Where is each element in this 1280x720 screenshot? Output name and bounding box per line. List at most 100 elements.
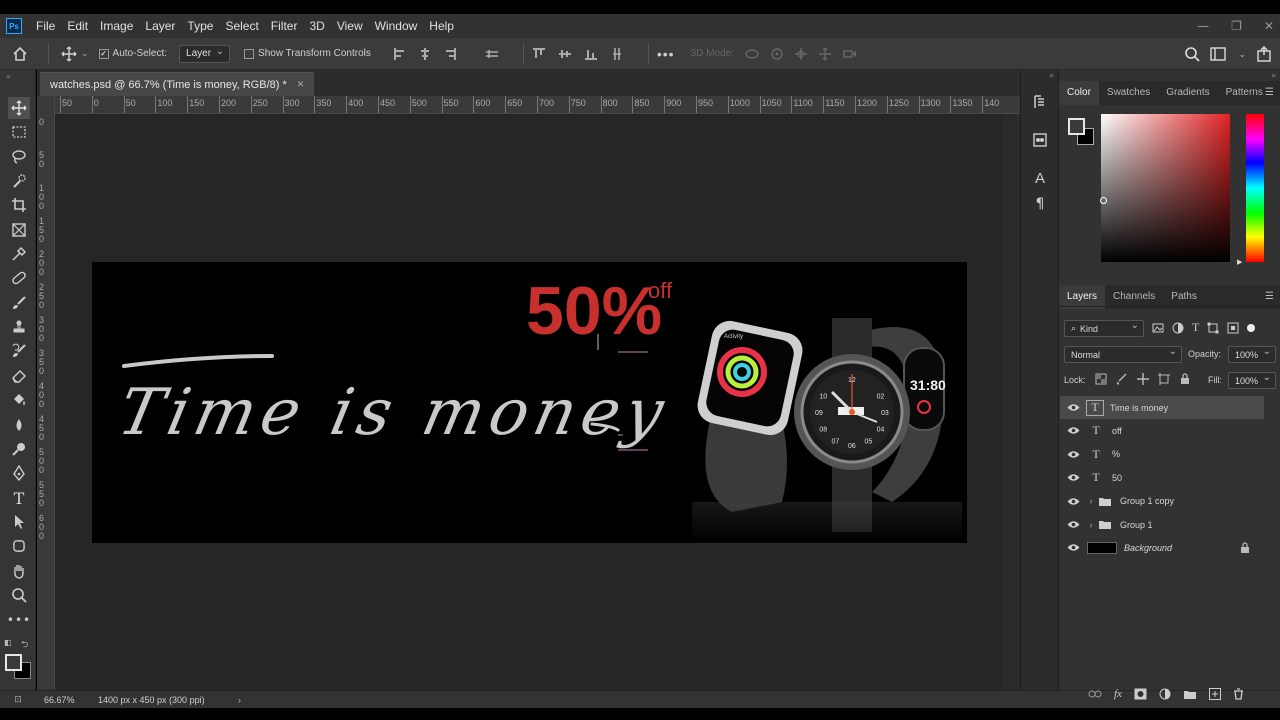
menu-help[interactable]: Help: [423, 14, 460, 38]
blur-tool-icon[interactable]: [8, 414, 30, 436]
lock-position-icon[interactable]: [1137, 373, 1149, 385]
menu-layer[interactable]: Layer: [139, 14, 181, 38]
status-frame-icon[interactable]: ⊡: [0, 694, 36, 705]
color-picker-cursor[interactable]: [1100, 197, 1107, 204]
close-window-icon[interactable]: ✕: [1264, 19, 1274, 33]
color-panel-tab-patterns[interactable]: Patterns: [1218, 81, 1271, 105]
3d-roll-icon[interactable]: [770, 47, 784, 61]
color-panel-foreground-swatch[interactable]: [1068, 118, 1085, 135]
show-transform-checkbox[interactable]: [244, 48, 255, 59]
3d-pan-icon[interactable]: [794, 47, 808, 61]
type-tool-icon[interactable]: T: [8, 487, 30, 509]
collapse-panels-icon[interactable]: »: [1271, 71, 1276, 80]
chevron-down-icon[interactable]: ⌄: [1238, 49, 1246, 60]
filter-type-icon[interactable]: T: [1192, 320, 1199, 335]
group-expand-icon[interactable]: ›: [1086, 520, 1096, 530]
menu-filter[interactable]: Filter: [265, 14, 304, 38]
collapse-dock-icon[interactable]: «: [1049, 71, 1054, 80]
swap-colors-icon[interactable]: ⮌: [21, 637, 28, 653]
visibility-eye-icon[interactable]: [1060, 497, 1086, 506]
close-tab-icon[interactable]: ✕: [297, 79, 305, 90]
clone-stamp-tool-icon[interactable]: [8, 316, 30, 338]
align-right-icon[interactable]: [443, 47, 457, 61]
menu-view[interactable]: View: [331, 14, 369, 38]
lasso-tool-icon[interactable]: [8, 146, 30, 168]
layer-row[interactable]: Background: [1060, 536, 1264, 559]
move-tool-icon[interactable]: [8, 97, 30, 119]
add-mask-icon[interactable]: [1134, 688, 1147, 700]
hue-slider-marker-icon[interactable]: ▶: [1237, 258, 1242, 266]
menu-image[interactable]: Image: [94, 14, 139, 38]
layer-filter-dropdown[interactable]: ⌕ Kind: [1064, 320, 1144, 337]
search-icon[interactable]: [1184, 46, 1201, 62]
adjustments-panel-icon[interactable]: [1030, 130, 1050, 150]
align-left-icon[interactable]: [393, 47, 407, 61]
distribute-h-icon[interactable]: [485, 47, 499, 61]
default-colors-icon[interactable]: ◧: [4, 638, 12, 647]
zoom-level[interactable]: 66.67%: [36, 695, 98, 705]
lock-image-icon[interactable]: [1116, 373, 1128, 385]
history-panel-icon[interactable]: [1030, 92, 1050, 112]
status-menu-arrow[interactable]: ›: [238, 695, 241, 705]
pen-tool-icon[interactable]: [8, 462, 30, 484]
frame-tool-icon[interactable]: [8, 219, 30, 241]
new-adjustment-layer-icon[interactable]: [1159, 688, 1171, 700]
filter-smart-object-icon[interactable]: [1227, 322, 1239, 334]
minimize-icon[interactable]: —: [1197, 19, 1209, 33]
zoom-tool-icon[interactable]: [8, 584, 30, 606]
filter-pixel-icon[interactable]: [1152, 322, 1164, 334]
character-panel-icon[interactable]: A: [1030, 168, 1050, 188]
fill-field[interactable]: 100%: [1228, 372, 1276, 389]
menu-window[interactable]: Window: [369, 14, 424, 38]
distribute-v-icon[interactable]: [610, 47, 624, 61]
sale-percent-text[interactable]: 50%: [526, 273, 662, 349]
layer-row[interactable]: T 50: [1060, 466, 1264, 489]
filter-toggle-icon[interactable]: [1247, 323, 1256, 332]
custom-shape-tool-icon[interactable]: [8, 535, 30, 557]
color-panel-tab-gradients[interactable]: Gradients: [1158, 81, 1217, 105]
visibility-eye-icon[interactable]: [1060, 473, 1086, 482]
dodge-tool-icon[interactable]: [8, 438, 30, 460]
brush-tool-icon[interactable]: [8, 292, 30, 314]
layer-row[interactable]: › Group 1 copy: [1060, 490, 1264, 513]
3d-slide-icon[interactable]: [818, 47, 832, 61]
visibility-eye-icon[interactable]: [1060, 403, 1086, 412]
align-center-h-icon[interactable]: [418, 47, 432, 61]
filter-adjustment-icon[interactable]: [1172, 322, 1184, 334]
share-icon[interactable]: [1256, 46, 1272, 62]
layer-row[interactable]: Toff: [1060, 419, 1264, 442]
3d-scale-icon[interactable]: [842, 47, 858, 61]
layer-effects-icon[interactable]: fx: [1114, 688, 1122, 700]
menu-type[interactable]: Type: [181, 14, 219, 38]
layer-row[interactable]: T%: [1060, 443, 1264, 466]
chevron-down-icon[interactable]: ⌄: [81, 48, 89, 59]
group-expand-icon[interactable]: ›: [1086, 496, 1096, 506]
menu-edit[interactable]: Edit: [61, 14, 94, 38]
align-top-icon[interactable]: [532, 47, 546, 61]
eraser-tool-icon[interactable]: [8, 365, 30, 387]
color-picker-field[interactable]: [1101, 114, 1230, 262]
paint-bucket-tool-icon[interactable]: [8, 389, 30, 411]
menu-file[interactable]: File: [30, 14, 61, 38]
new-group-icon[interactable]: [1183, 689, 1197, 700]
document-tab[interactable]: watches.psd @ 66.7% (Time is money, RGB/…: [40, 72, 315, 96]
color-panel-menu-icon[interactable]: ☰: [1265, 87, 1274, 98]
menu-select[interactable]: Select: [219, 14, 264, 38]
lock-artboard-icon[interactable]: [1158, 373, 1170, 385]
visibility-eye-icon[interactable]: [1060, 426, 1086, 435]
vertical-scrollbar[interactable]: [1003, 114, 1020, 690]
layers-panel-menu-icon[interactable]: ☰: [1265, 291, 1274, 302]
link-layers-icon[interactable]: [1088, 689, 1102, 699]
lock-all-icon[interactable]: [1179, 373, 1191, 385]
filter-shape-icon[interactable]: [1207, 322, 1219, 334]
visibility-eye-icon[interactable]: [1060, 543, 1086, 552]
quick-selection-tool-icon[interactable]: [8, 170, 30, 192]
lock-icon[interactable]: [1240, 542, 1250, 554]
color-panel-tab-color[interactable]: Color: [1059, 81, 1099, 105]
3d-orbit-icon[interactable]: [744, 47, 760, 61]
layer-row[interactable]: T Time is money: [1060, 396, 1264, 419]
foreground-color-swatch[interactable]: [5, 654, 22, 671]
path-selection-tool-icon[interactable]: [8, 511, 30, 533]
workspace-icon[interactable]: [1210, 47, 1228, 61]
healing-brush-tool-icon[interactable]: [8, 267, 30, 289]
